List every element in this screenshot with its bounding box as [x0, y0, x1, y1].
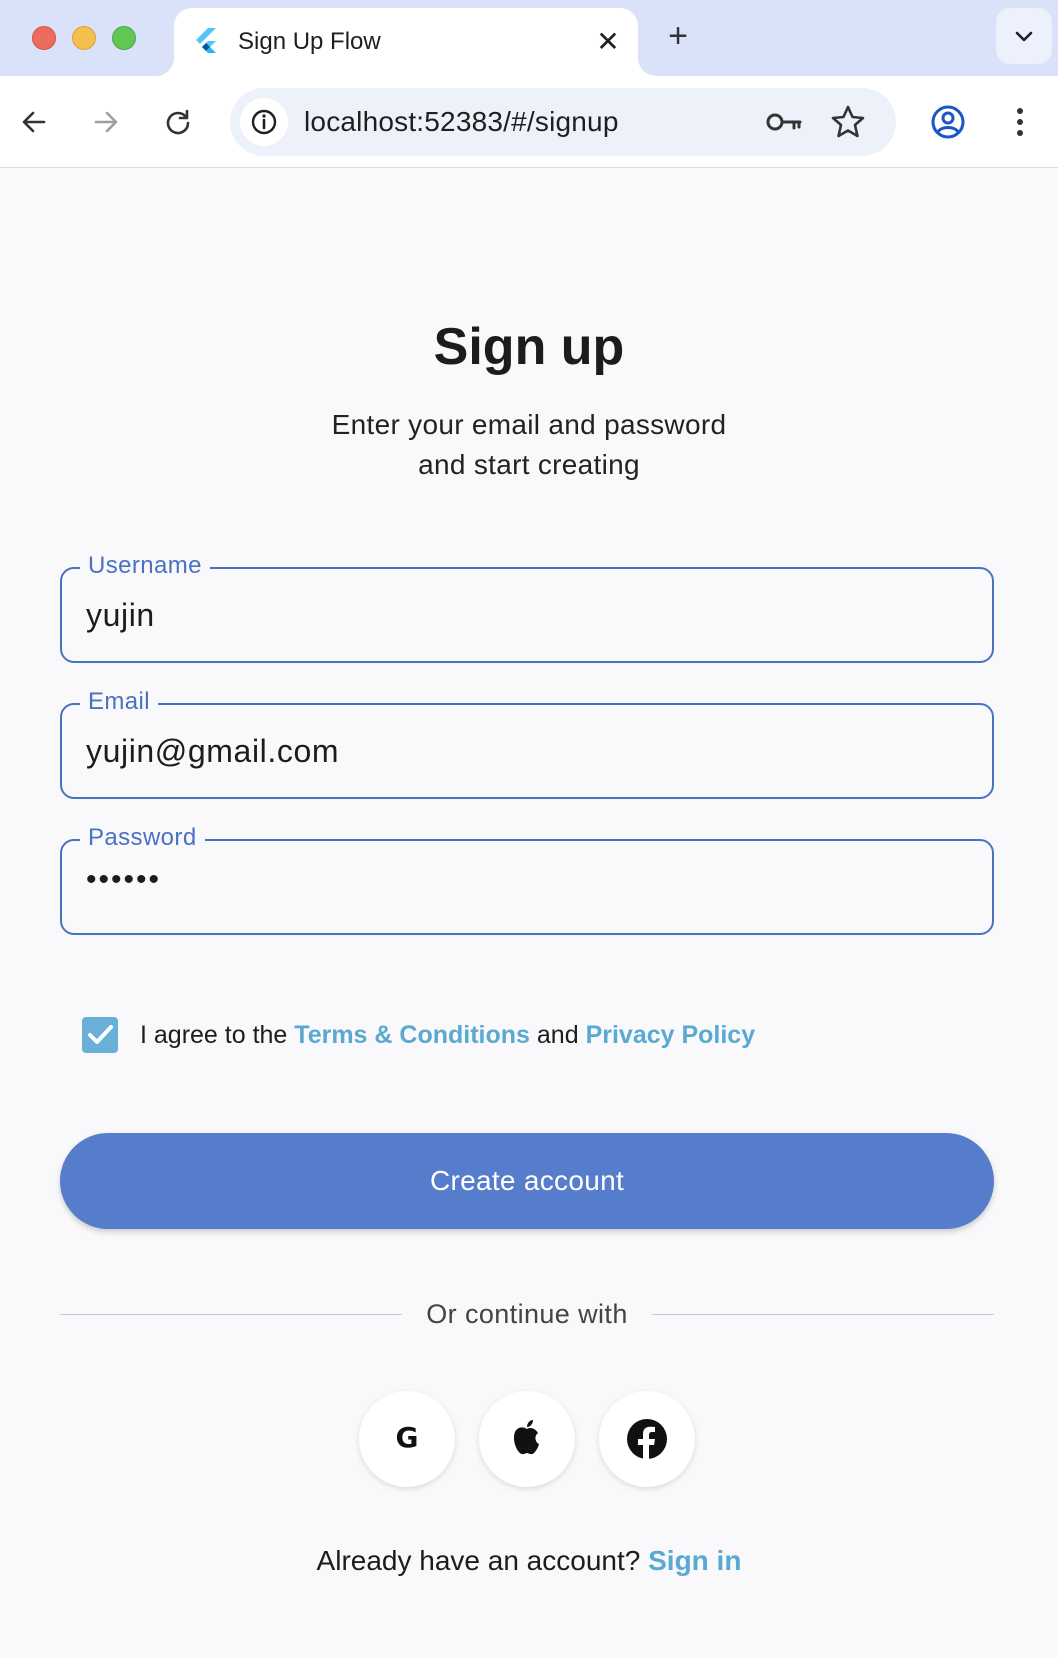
username-label: Username	[80, 552, 210, 580]
password-label: Password	[80, 824, 205, 852]
arrow-left-icon	[22, 111, 46, 133]
signin-prompt: Already have an account?	[316, 1545, 649, 1576]
divider-line-right	[652, 1314, 994, 1315]
signin-link[interactable]: Sign in	[648, 1545, 741, 1576]
password-field[interactable]: Password ••••••	[60, 824, 994, 935]
chevron-down-icon	[1015, 31, 1033, 42]
site-info-button[interactable]	[240, 98, 288, 146]
tab-title: Sign Up Flow	[238, 28, 381, 55]
forward-button[interactable]	[82, 98, 130, 146]
key-icon[interactable]	[764, 104, 804, 140]
back-button[interactable]	[10, 98, 58, 146]
url-text[interactable]: localhost:52383/#/signup	[304, 106, 619, 138]
username-input[interactable]: yujin	[86, 597, 966, 634]
tab-close-icon[interactable]: ✕	[592, 26, 624, 58]
reload-icon	[166, 109, 190, 135]
privacy-link[interactable]: Privacy Policy	[586, 1021, 756, 1049]
subtitle-line-1: Enter your email and password	[331, 409, 727, 440]
window-maximize-button[interactable]	[112, 26, 136, 50]
create-account-button[interactable]: Create account	[60, 1133, 994, 1229]
address-bar[interactable]: localhost:52383/#/signup	[230, 88, 896, 156]
window-minimize-button[interactable]	[72, 26, 96, 50]
username-field[interactable]: Username yujin	[60, 552, 994, 663]
window-close-button[interactable]	[32, 26, 56, 50]
kebab-menu-icon[interactable]	[996, 98, 1044, 146]
new-tab-button[interactable]: +	[660, 18, 696, 54]
email-field[interactable]: Email yujin@gmail.com	[60, 688, 994, 799]
tab-search-button[interactable]	[996, 8, 1052, 64]
profile-icon[interactable]	[924, 98, 972, 146]
terms-checkbox[interactable]	[82, 1017, 118, 1053]
signin-prompt-row: Already have an account? Sign in	[0, 1545, 1058, 1577]
terms-link[interactable]: Terms & Conditions	[294, 1021, 530, 1049]
star-icon[interactable]	[828, 102, 868, 142]
apple-icon	[513, 1420, 539, 1455]
apple-signin-button[interactable]	[479, 1391, 575, 1487]
or-continue-divider: Or continue with	[60, 1299, 994, 1331]
signup-page: Sign up Enter your email and password an…	[0, 169, 1058, 1658]
reload-button[interactable]	[154, 98, 202, 146]
browser-toolbar: localhost:52383/#/signup	[0, 76, 1058, 168]
checkmark-icon	[88, 1025, 113, 1044]
browser-tab[interactable]: Sign Up Flow ✕	[174, 8, 638, 76]
google-icon: G	[395, 1421, 419, 1454]
password-input[interactable]: ••••••	[86, 863, 966, 897]
email-input[interactable]: yujin@gmail.com	[86, 733, 966, 770]
subtitle-line-2: and start creating	[418, 449, 640, 480]
facebook-icon	[627, 1419, 667, 1460]
facebook-signin-button[interactable]	[599, 1391, 695, 1487]
page-title: Sign up	[433, 318, 625, 376]
agree-prefix: I agree to the	[140, 1021, 295, 1049]
google-signin-button[interactable]: G	[359, 1391, 455, 1487]
flutter-icon	[196, 28, 216, 53]
arrow-right-icon	[94, 111, 118, 133]
browser-tabstrip: Sign Up Flow ✕ +	[0, 0, 1058, 76]
email-label: Email	[80, 688, 159, 716]
terms-agreement-text: I agree to the Terms & Conditions and Pr…	[140, 1021, 755, 1050]
info-icon	[251, 109, 277, 135]
agree-and: and	[529, 1021, 586, 1049]
